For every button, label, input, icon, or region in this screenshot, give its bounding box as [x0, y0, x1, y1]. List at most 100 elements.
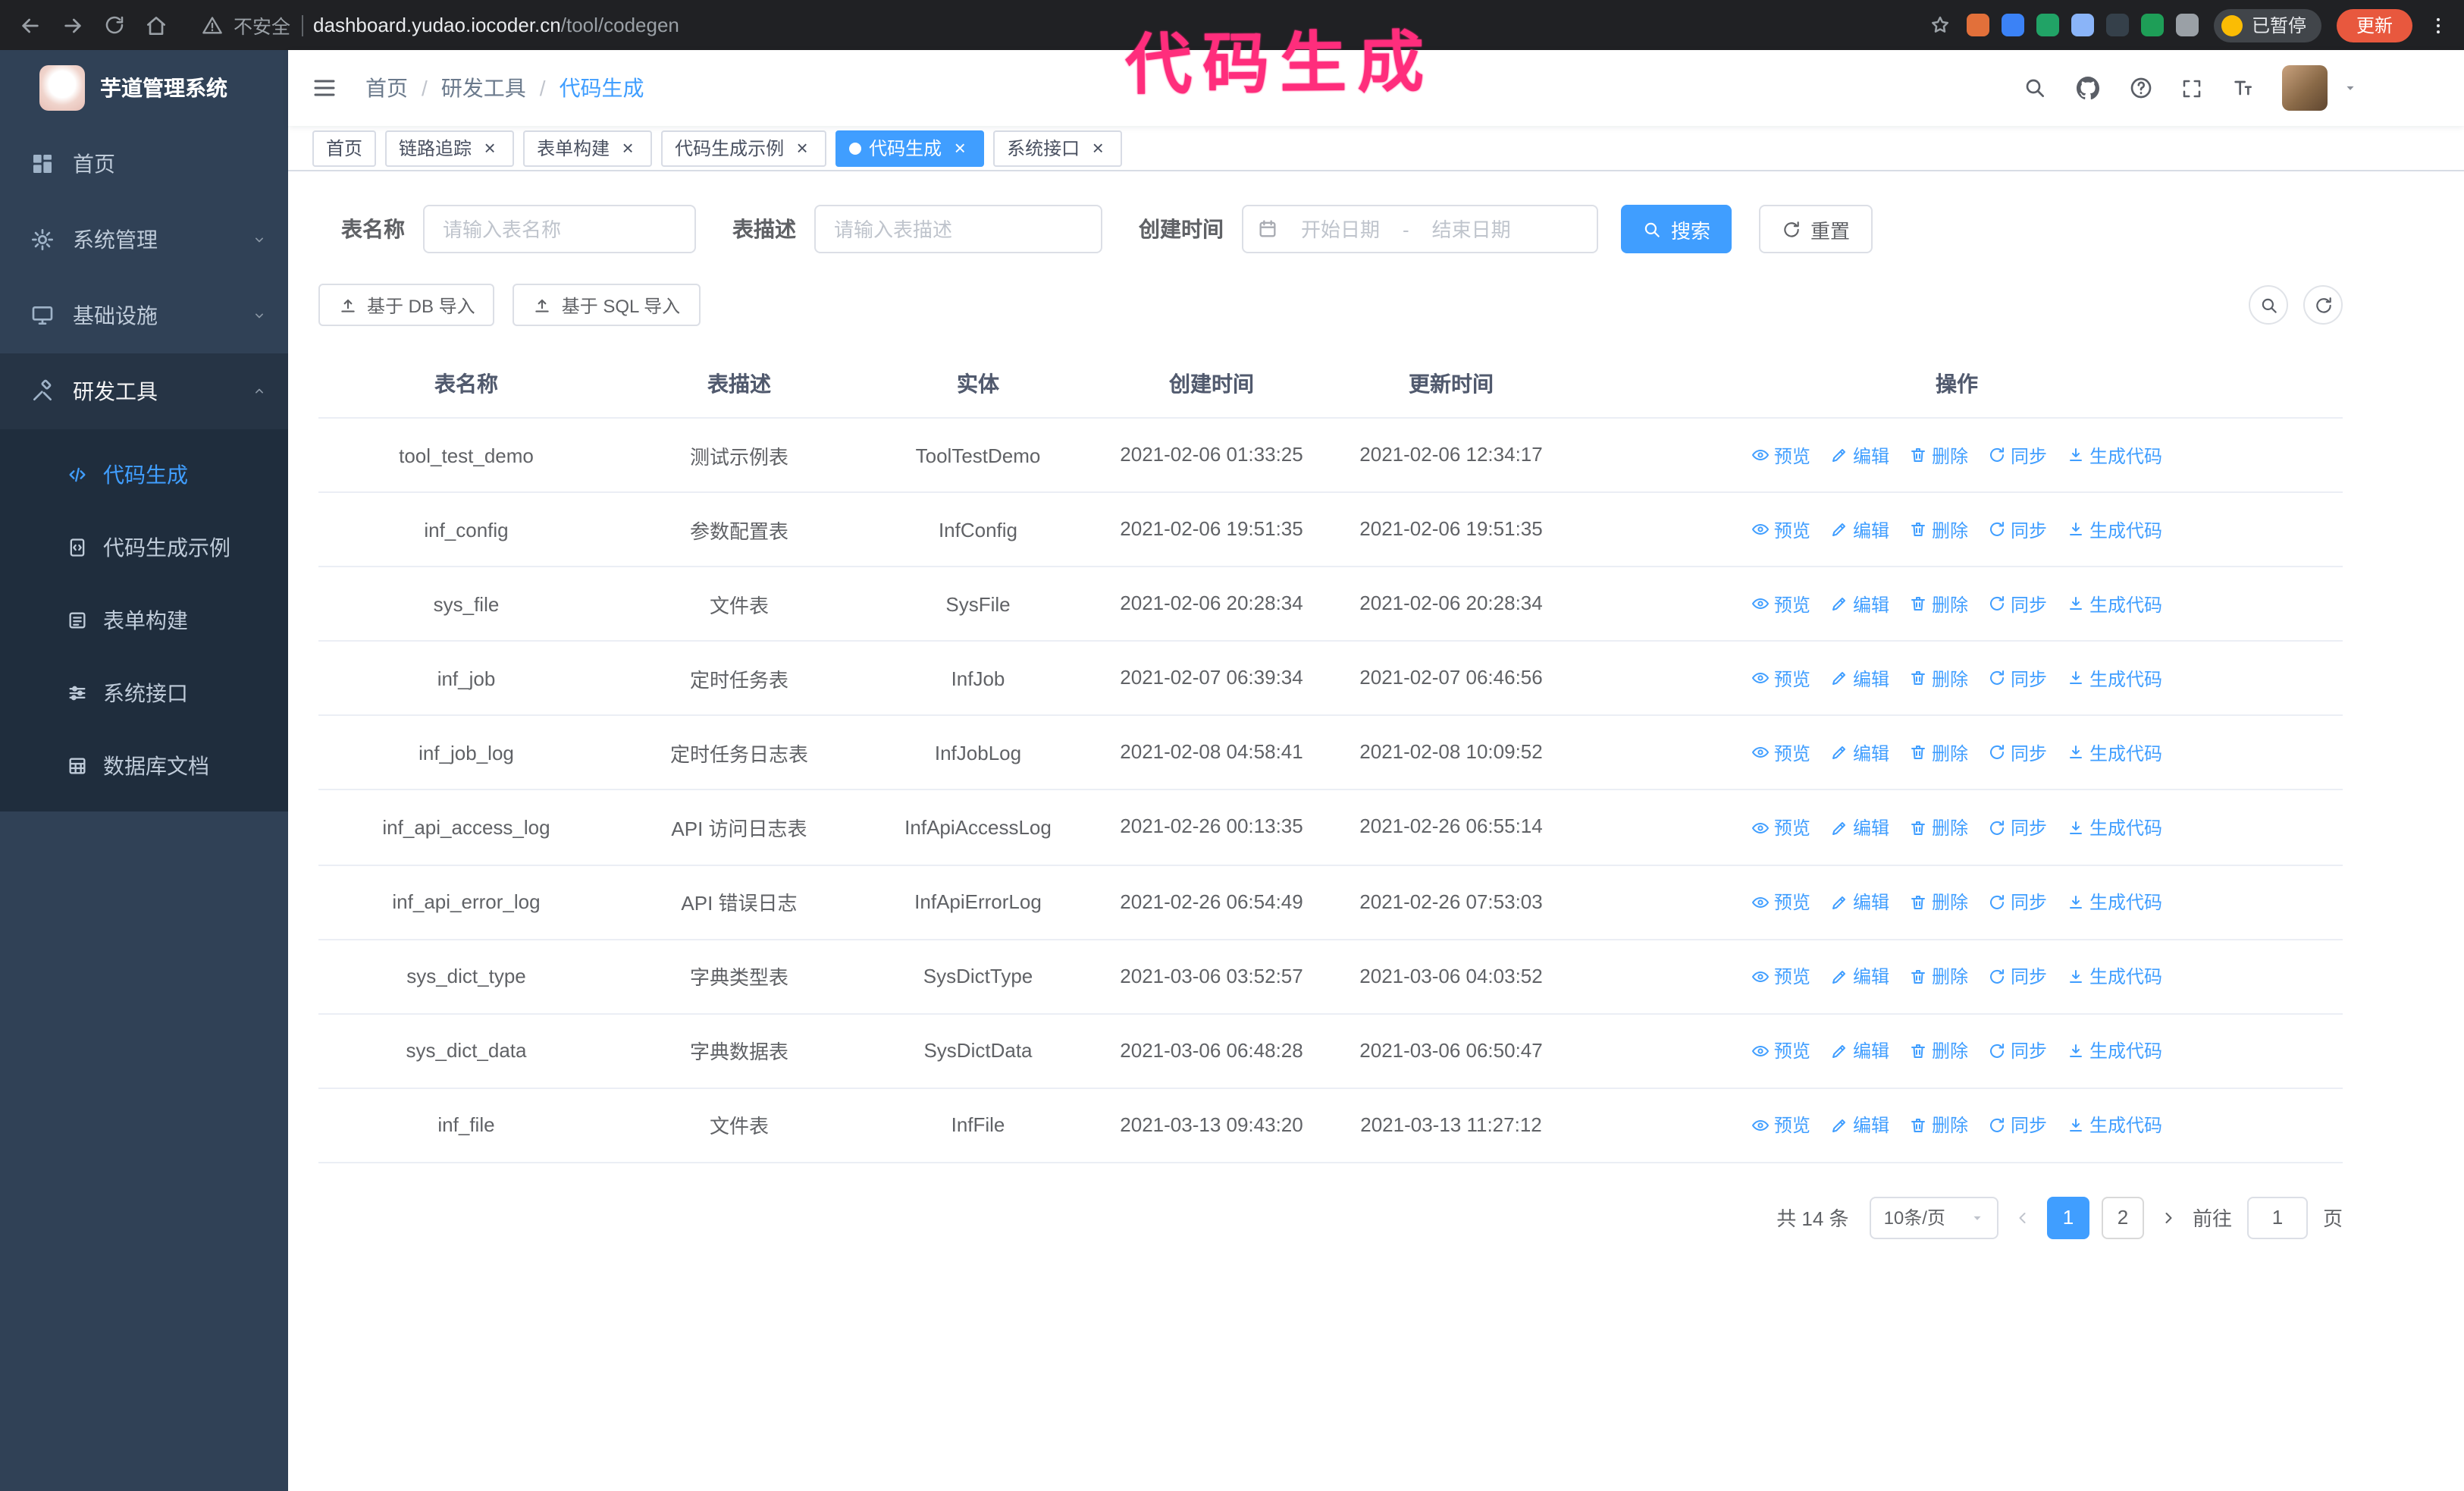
search-button[interactable]: 搜索: [1621, 205, 1732, 253]
action-delete[interactable]: 删除: [1909, 889, 1968, 915]
action-sync[interactable]: 同步: [1988, 815, 2047, 840]
close-icon[interactable]: ×: [792, 137, 813, 159]
action-edit[interactable]: 编辑: [1830, 1113, 1889, 1138]
import-db-button[interactable]: 基于 DB 导入: [318, 284, 495, 326]
fox-extension-icon[interactable]: [1966, 14, 1989, 36]
action-edit[interactable]: 编辑: [1830, 591, 1889, 617]
action-edit[interactable]: 编辑: [1830, 815, 1889, 840]
action-generate-code[interactable]: 生成代码: [2067, 815, 2162, 840]
action-sync[interactable]: 同步: [1988, 889, 2047, 915]
capture-extension-icon[interactable]: [2105, 14, 2129, 36]
tab-codegen-example[interactable]: 代码生成示例 ×: [661, 130, 827, 166]
action-edit[interactable]: 编辑: [1830, 666, 1889, 692]
action-preview[interactable]: 预览: [1751, 889, 1810, 915]
address-bar[interactable]: 不安全 dashboard.yudao.iocoder.cn/tool/code…: [202, 11, 1917, 39]
collapse-menu-icon[interactable]: [311, 74, 338, 102]
prev-page-button[interactable]: [2014, 1209, 2032, 1227]
app-logo[interactable]: 芋道管理系统: [0, 50, 288, 126]
sidebar-item-system[interactable]: 系统管理: [0, 202, 288, 278]
breadcrumb-item[interactable]: 首页: [365, 73, 408, 103]
close-icon[interactable]: ×: [617, 137, 638, 159]
action-sync[interactable]: 同步: [1988, 442, 2047, 468]
refresh-table-button[interactable]: [2303, 285, 2343, 325]
drop-extension-icon[interactable]: [2001, 14, 2024, 36]
toggle-search-button[interactable]: [2249, 285, 2288, 325]
sidebar-item-infra[interactable]: 基础设施: [0, 278, 288, 353]
action-edit[interactable]: 编辑: [1830, 1038, 1889, 1064]
action-preview[interactable]: 预览: [1751, 1113, 1810, 1138]
breadcrumb-item[interactable]: 研发工具: [441, 73, 526, 103]
puzzle-extension-icon[interactable]: [2175, 14, 2199, 36]
tab-codegen[interactable]: 代码生成 ×: [835, 130, 985, 166]
sidebar-item-home[interactable]: 首页: [0, 126, 288, 202]
forward-icon[interactable]: [61, 13, 85, 37]
action-generate-code[interactable]: 生成代码: [2067, 591, 2162, 617]
sidebar-item-codegen-example[interactable]: 代码生成示例: [0, 511, 288, 584]
tab-system-api[interactable]: 系统接口 ×: [993, 130, 1123, 166]
avatar-caret-icon[interactable]: [2343, 80, 2358, 96]
date-range-picker[interactable]: -: [1242, 205, 1598, 253]
action-delete[interactable]: 删除: [1909, 591, 1968, 617]
action-delete[interactable]: 删除: [1909, 1113, 1968, 1138]
action-generate-code[interactable]: 生成代码: [2067, 516, 2162, 542]
action-generate-code[interactable]: 生成代码: [2067, 740, 2162, 766]
sidebar-item-devtools[interactable]: 研发工具: [0, 353, 288, 429]
action-preview[interactable]: 预览: [1751, 591, 1810, 617]
browser-update-button[interactable]: 更新: [2336, 8, 2412, 42]
action-generate-code[interactable]: 生成代码: [2067, 1038, 2162, 1064]
action-edit[interactable]: 编辑: [1830, 889, 1889, 915]
action-sync[interactable]: 同步: [1988, 1038, 2047, 1064]
action-preview[interactable]: 预览: [1751, 963, 1810, 989]
reset-button[interactable]: 重置: [1759, 205, 1873, 253]
action-delete[interactable]: 删除: [1909, 666, 1968, 692]
github-icon[interactable]: [2074, 74, 2102, 102]
leaf-extension-icon[interactable]: [2140, 14, 2164, 36]
help-icon[interactable]: [2129, 76, 2153, 100]
fullscreen-icon[interactable]: [2180, 77, 2203, 99]
action-sync[interactable]: 同步: [1988, 666, 2047, 692]
action-sync[interactable]: 同步: [1988, 1113, 2047, 1138]
action-preview[interactable]: 预览: [1751, 516, 1810, 542]
action-sync[interactable]: 同步: [1988, 591, 2047, 617]
bookmark-star-icon[interactable]: [1929, 14, 1951, 36]
action-delete[interactable]: 删除: [1909, 1038, 1968, 1064]
action-edit[interactable]: 编辑: [1830, 963, 1889, 989]
table-name-input[interactable]: [423, 205, 696, 253]
page-number-2[interactable]: 2: [2101, 1196, 2144, 1239]
action-preview[interactable]: 预览: [1751, 740, 1810, 766]
breadcrumb-item[interactable]: 代码生成: [560, 73, 644, 103]
close-icon[interactable]: ×: [479, 137, 500, 159]
sidebar-item-db-doc[interactable]: 数据库文档: [0, 730, 288, 802]
action-preview[interactable]: 预览: [1751, 1038, 1810, 1064]
action-generate-code[interactable]: 生成代码: [2067, 666, 2162, 692]
action-delete[interactable]: 删除: [1909, 740, 1968, 766]
action-delete[interactable]: 删除: [1909, 815, 1968, 840]
user-avatar[interactable]: [2282, 65, 2328, 111]
tab-home[interactable]: 首页: [312, 130, 377, 166]
action-edit[interactable]: 编辑: [1830, 516, 1889, 542]
refresh-icon[interactable]: [103, 14, 126, 36]
browser-menu-icon[interactable]: [2428, 14, 2449, 36]
v-badge-extension-icon[interactable]: [2036, 14, 2059, 36]
sidebar-item-form-builder[interactable]: 表单构建: [0, 584, 288, 657]
table-desc-input[interactable]: [814, 205, 1102, 253]
action-generate-code[interactable]: 生成代码: [2067, 889, 2162, 915]
action-generate-code[interactable]: 生成代码: [2067, 963, 2162, 989]
action-generate-code[interactable]: 生成代码: [2067, 1113, 2162, 1138]
tab-trace[interactable]: 链路追踪 ×: [385, 130, 515, 166]
search-icon[interactable]: [2023, 76, 2047, 100]
action-delete[interactable]: 删除: [1909, 516, 1968, 542]
action-sync[interactable]: 同步: [1988, 963, 2047, 989]
back-icon[interactable]: [18, 13, 42, 37]
page-number-1[interactable]: 1: [2046, 1196, 2089, 1239]
action-preview[interactable]: 预览: [1751, 442, 1810, 468]
action-preview[interactable]: 预览: [1751, 666, 1810, 692]
sidebar-item-codegen[interactable]: 代码生成: [0, 438, 288, 511]
close-icon[interactable]: ×: [949, 137, 970, 159]
tab-form-builder[interactable]: 表单构建 ×: [523, 130, 653, 166]
action-delete[interactable]: 删除: [1909, 442, 1968, 468]
action-edit[interactable]: 编辑: [1830, 442, 1889, 468]
people-extension-icon[interactable]: [2071, 14, 2094, 36]
action-edit[interactable]: 编辑: [1830, 740, 1889, 766]
action-sync[interactable]: 同步: [1988, 516, 2047, 542]
